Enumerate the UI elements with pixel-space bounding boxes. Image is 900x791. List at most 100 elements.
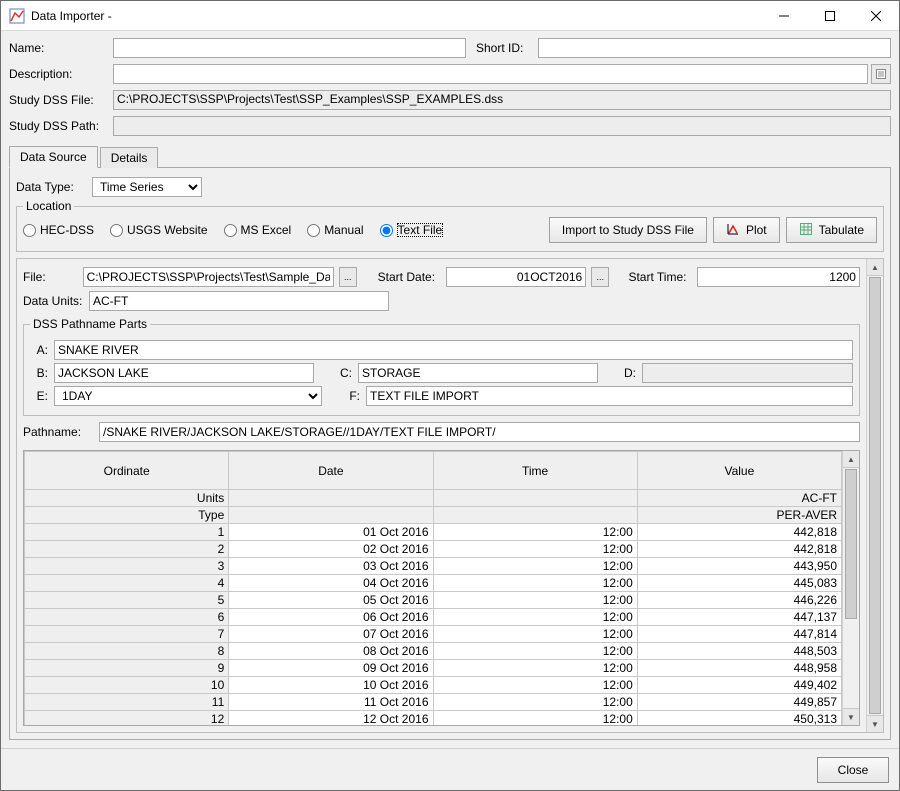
- table-cell[interactable]: 03 Oct 2016: [229, 558, 433, 575]
- part-c-field[interactable]: [358, 363, 598, 383]
- tab-details[interactable]: Details: [100, 147, 159, 168]
- table-cell[interactable]: 10: [25, 677, 229, 694]
- tab-data-source[interactable]: Data Source: [9, 146, 98, 168]
- table-cell[interactable]: 09 Oct 2016: [229, 660, 433, 677]
- table-scrollbar[interactable]: ▲ ▼: [842, 451, 859, 725]
- scroll-down-icon[interactable]: ▼: [843, 708, 859, 725]
- pathname-field[interactable]: [99, 422, 860, 442]
- table-cell[interactable]: 12:00: [433, 643, 637, 660]
- radio-text-file[interactable]: Text File: [380, 223, 444, 237]
- table-cell[interactable]: AC-FT: [637, 490, 841, 507]
- table-cell[interactable]: 7: [25, 626, 229, 643]
- col-value[interactable]: Value: [637, 452, 841, 490]
- table-cell[interactable]: 445,083: [637, 575, 841, 592]
- data-type-select[interactable]: Time Series: [92, 177, 202, 197]
- table-cell[interactable]: 12: [25, 711, 229, 726]
- radio-usgs[interactable]: USGS Website: [110, 223, 207, 237]
- panel-scrollbar[interactable]: ▲ ▼: [866, 259, 883, 732]
- table-cell[interactable]: Type: [25, 507, 229, 524]
- table-cell[interactable]: 12:00: [433, 609, 637, 626]
- location-fieldset: Location HEC-DSS USGS Website MS Excel M…: [16, 199, 884, 252]
- table-cell[interactable]: 12 Oct 2016: [229, 711, 433, 726]
- table-cell[interactable]: 447,137: [637, 609, 841, 626]
- table-cell[interactable]: 05 Oct 2016: [229, 592, 433, 609]
- close-window-button[interactable]: [853, 1, 899, 31]
- table-cell[interactable]: [229, 490, 433, 507]
- table-cell[interactable]: 447,814: [637, 626, 841, 643]
- part-e-select[interactable]: 1DAY: [54, 386, 322, 406]
- scroll-thumb[interactable]: [869, 277, 881, 714]
- table-cell[interactable]: 12:00: [433, 558, 637, 575]
- part-a-field[interactable]: [54, 340, 853, 360]
- table-cell[interactable]: 12:00: [433, 592, 637, 609]
- tabulate-button[interactable]: Tabulate: [786, 217, 877, 243]
- table-cell[interactable]: 450,313: [637, 711, 841, 726]
- scroll-thumb[interactable]: [845, 469, 857, 619]
- table-cell[interactable]: Units: [25, 490, 229, 507]
- import-button[interactable]: Import to Study DSS File: [549, 217, 707, 243]
- table-cell[interactable]: PER-AVER: [637, 507, 841, 524]
- minimize-button[interactable]: [761, 1, 807, 31]
- scroll-up-icon[interactable]: ▲: [843, 451, 859, 468]
- part-b-field[interactable]: [54, 363, 314, 383]
- table-cell[interactable]: 442,818: [637, 524, 841, 541]
- table-cell[interactable]: 8: [25, 643, 229, 660]
- table-cell[interactable]: 448,958: [637, 660, 841, 677]
- table-cell[interactable]: 443,950: [637, 558, 841, 575]
- scroll-down-icon[interactable]: ▼: [867, 715, 883, 732]
- table-cell[interactable]: [229, 507, 433, 524]
- description-field[interactable]: [113, 64, 868, 84]
- table-cell[interactable]: 07 Oct 2016: [229, 626, 433, 643]
- plot-button[interactable]: Plot: [713, 217, 780, 243]
- maximize-button[interactable]: [807, 1, 853, 31]
- table-cell[interactable]: 08 Oct 2016: [229, 643, 433, 660]
- table-cell[interactable]: 12:00: [433, 575, 637, 592]
- table-cell[interactable]: [433, 490, 637, 507]
- table-cell[interactable]: 06 Oct 2016: [229, 609, 433, 626]
- table-cell[interactable]: 12:00: [433, 677, 637, 694]
- table-cell[interactable]: 11: [25, 694, 229, 711]
- col-date[interactable]: Date: [229, 452, 433, 490]
- file-field[interactable]: [83, 267, 334, 287]
- table-cell[interactable]: 12:00: [433, 694, 637, 711]
- table-cell[interactable]: 449,402: [637, 677, 841, 694]
- name-field[interactable]: [113, 38, 466, 58]
- table-cell[interactable]: 12:00: [433, 660, 637, 677]
- table-cell[interactable]: 449,857: [637, 694, 841, 711]
- radio-hec-dss[interactable]: HEC-DSS: [23, 223, 94, 237]
- table-cell[interactable]: 9: [25, 660, 229, 677]
- table-cell[interactable]: 448,503: [637, 643, 841, 660]
- table-cell[interactable]: 4: [25, 575, 229, 592]
- table-cell[interactable]: 2: [25, 541, 229, 558]
- table-cell[interactable]: 04 Oct 2016: [229, 575, 433, 592]
- description-browse-button[interactable]: [871, 64, 891, 84]
- start-date-field[interactable]: [446, 267, 586, 287]
- table-cell[interactable]: 446,226: [637, 592, 841, 609]
- table-cell[interactable]: 3: [25, 558, 229, 575]
- table-cell[interactable]: 6: [25, 609, 229, 626]
- table-cell[interactable]: 1: [25, 524, 229, 541]
- radio-ms-excel[interactable]: MS Excel: [224, 223, 292, 237]
- table-cell[interactable]: 11 Oct 2016: [229, 694, 433, 711]
- start-date-picker-button[interactable]: ...: [591, 267, 609, 287]
- data-units-field[interactable]: [89, 291, 389, 311]
- table-cell[interactable]: 442,818: [637, 541, 841, 558]
- table-cell[interactable]: 12:00: [433, 524, 637, 541]
- start-time-field[interactable]: [697, 267, 860, 287]
- table-cell[interactable]: 01 Oct 2016: [229, 524, 433, 541]
- table-cell[interactable]: 10 Oct 2016: [229, 677, 433, 694]
- table-cell[interactable]: 12:00: [433, 711, 637, 726]
- table-cell[interactable]: 02 Oct 2016: [229, 541, 433, 558]
- short-id-field[interactable]: [538, 38, 891, 58]
- scroll-up-icon[interactable]: ▲: [867, 259, 883, 276]
- close-button[interactable]: Close: [817, 757, 889, 783]
- col-time[interactable]: Time: [433, 452, 637, 490]
- table-cell[interactable]: [433, 507, 637, 524]
- table-cell[interactable]: 5: [25, 592, 229, 609]
- radio-manual[interactable]: Manual: [307, 223, 363, 237]
- part-f-field[interactable]: [366, 386, 853, 406]
- file-browse-button[interactable]: ...: [339, 267, 357, 287]
- col-ordinate[interactable]: Ordinate: [25, 452, 229, 490]
- table-cell[interactable]: 12:00: [433, 541, 637, 558]
- table-cell[interactable]: 12:00: [433, 626, 637, 643]
